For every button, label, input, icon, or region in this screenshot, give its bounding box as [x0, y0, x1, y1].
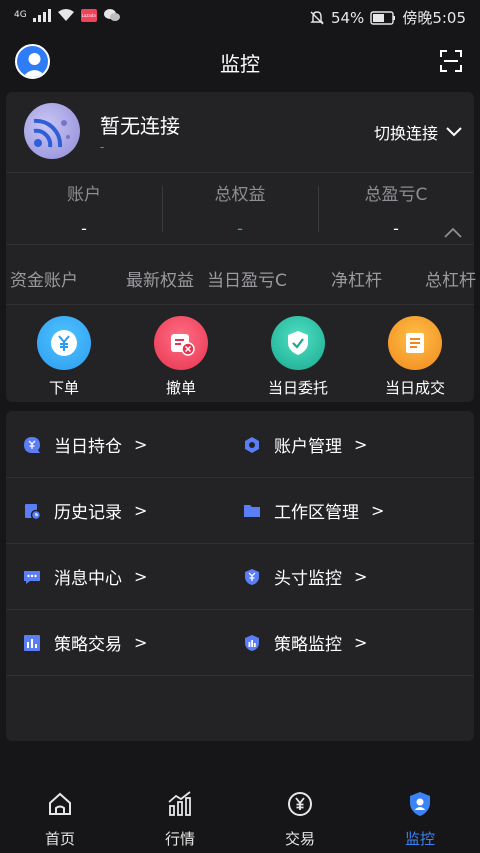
clock: 傍晚5:05 — [402, 9, 466, 27]
metric-total-equity: 总权益 - — [162, 180, 318, 238]
battery-icon — [370, 10, 396, 25]
battery-percent: 54% — [330, 8, 365, 27]
yuan-exchange-icon — [288, 792, 312, 816]
nav-monitor[interactable]: 监控 — [380, 790, 460, 849]
document-list-icon — [388, 316, 442, 370]
menu-message-center[interactable]: 消息中心 > — [22, 564, 147, 589]
metric-value: - — [237, 219, 243, 238]
metric-account: 账户 - — [6, 180, 162, 238]
metric-label: 总权益 — [214, 185, 266, 205]
menu-position-monitor[interactable]: 头寸监控 > — [242, 564, 367, 589]
divider — [6, 477, 474, 478]
app-badge: Lazada — [80, 8, 97, 22]
menu-strategy-monitor[interactable]: 策略监控 > — [242, 630, 367, 655]
home-icon — [49, 792, 71, 815]
tab-latest-equity[interactable]: 最新权益 — [126, 266, 194, 291]
nav-market[interactable]: 行情 — [140, 790, 220, 849]
menu-label: 头寸监控 — [274, 569, 342, 589]
daily-orders-button[interactable]: 当日委托 — [256, 316, 340, 398]
chevron-up-icon[interactable] — [444, 226, 462, 238]
metric-value: - — [81, 219, 87, 238]
action-label: 撤单 — [165, 379, 196, 397]
connection-subtext: - — [100, 140, 105, 154]
shield-user-icon — [410, 792, 430, 816]
menu-label: 当日持仓 — [54, 437, 122, 457]
network-type: 4G — [14, 10, 27, 20]
tab-daily-pnl[interactable]: 当日盈亏C — [207, 266, 287, 291]
cancel-order-button[interactable]: 撤单 — [139, 316, 223, 398]
status-bar: 4G Lazada 54% 傍晚5:05 — [0, 0, 480, 32]
top-header: 监控 — [0, 34, 480, 90]
connection-name: 暂无连接 — [100, 114, 180, 138]
chevron-right-icon: > — [134, 567, 148, 586]
chevron-right-icon: > — [354, 567, 368, 586]
nav-home[interactable]: 首页 — [20, 790, 100, 849]
nav-label: 交易 — [284, 830, 315, 848]
position-icon — [22, 435, 42, 455]
trend-chart-icon — [168, 791, 191, 816]
nav-label: 监控 — [404, 830, 435, 848]
action-label: 当日成交 — [384, 379, 445, 397]
wifi-icon — [57, 9, 74, 21]
place-order-button[interactable]: 下单 — [22, 316, 106, 398]
signal-icon — [32, 8, 51, 22]
action-label: 下单 — [48, 379, 79, 397]
chevron-right-icon: > — [134, 633, 148, 652]
shield-check-icon — [271, 316, 325, 370]
menu-label: 消息中心 — [54, 569, 122, 589]
menu-strategy-trading[interactable]: 策略交易 > — [22, 630, 147, 655]
menu-workspace-management[interactable]: 工作区管理 > — [242, 498, 384, 523]
cancel-order-icon — [154, 316, 208, 370]
nav-label: 行情 — [164, 830, 195, 848]
divider — [6, 609, 474, 610]
chevron-down-icon — [446, 127, 462, 137]
divider — [6, 304, 474, 305]
switch-connection-button[interactable]: 切换连接 — [374, 120, 462, 144]
hexagon-settings-icon — [242, 435, 262, 455]
app-screen: 4G Lazada 54% 傍晚5:05 监控 暂无连接 - 切换连接 账户 -… — [0, 0, 480, 853]
chart-bars-icon — [22, 633, 42, 653]
menu-history[interactable]: 历史记录 > — [22, 498, 147, 523]
chevron-right-icon: > — [134, 501, 148, 520]
history-icon — [22, 501, 42, 521]
chevron-right-icon: > — [354, 435, 368, 454]
yuan-icon — [37, 316, 91, 370]
chevron-right-icon: > — [354, 633, 368, 652]
wechat-icon — [103, 9, 120, 21]
folder-icon — [242, 501, 262, 521]
menu-label: 策略监控 — [274, 635, 342, 655]
nav-trade[interactable]: 交易 — [260, 790, 340, 849]
metric-tabs: 资金账户 最新权益 当日盈亏C 净杠杆 总杠杆 — [0, 264, 480, 294]
divider — [6, 244, 474, 245]
connection-logo-icon — [24, 103, 80, 159]
tab-fund-account[interactable]: 资金账户 — [10, 266, 78, 291]
metric-label: 账户 — [67, 185, 101, 205]
menu-label: 历史记录 — [54, 503, 122, 523]
menu-label: 账户管理 — [274, 437, 342, 457]
tab-net-leverage[interactable]: 净杠杆 — [331, 266, 382, 291]
menu-account-management[interactable]: 账户管理 > — [242, 432, 367, 457]
divider — [6, 172, 474, 173]
tab-total-leverage[interactable]: 总杠杆 — [425, 266, 476, 291]
menu-daily-positions[interactable]: 当日持仓 > — [22, 432, 147, 457]
bottom-nav: 首页 行情 交易 监控 — [0, 780, 480, 853]
mute-bell-icon — [310, 10, 324, 24]
chevron-right-icon: > — [134, 435, 148, 454]
switch-connection-label: 切换连接 — [373, 124, 438, 143]
shield-chart-icon — [242, 633, 262, 653]
menu-label: 工作区管理 — [274, 503, 359, 523]
divider — [6, 675, 474, 676]
shield-yuan-icon — [242, 567, 262, 587]
menu-label: 策略交易 — [54, 635, 122, 655]
page-title: 监控 — [220, 52, 260, 76]
daily-trades-button[interactable]: 当日成交 — [373, 316, 457, 398]
scan-icon[interactable] — [440, 50, 462, 72]
message-icon — [22, 567, 42, 587]
divider — [6, 543, 474, 544]
action-label: 当日委托 — [267, 379, 328, 397]
metric-label: 总盈亏C — [364, 185, 428, 205]
chevron-right-icon: > — [371, 501, 385, 520]
nav-label: 首页 — [44, 830, 75, 848]
